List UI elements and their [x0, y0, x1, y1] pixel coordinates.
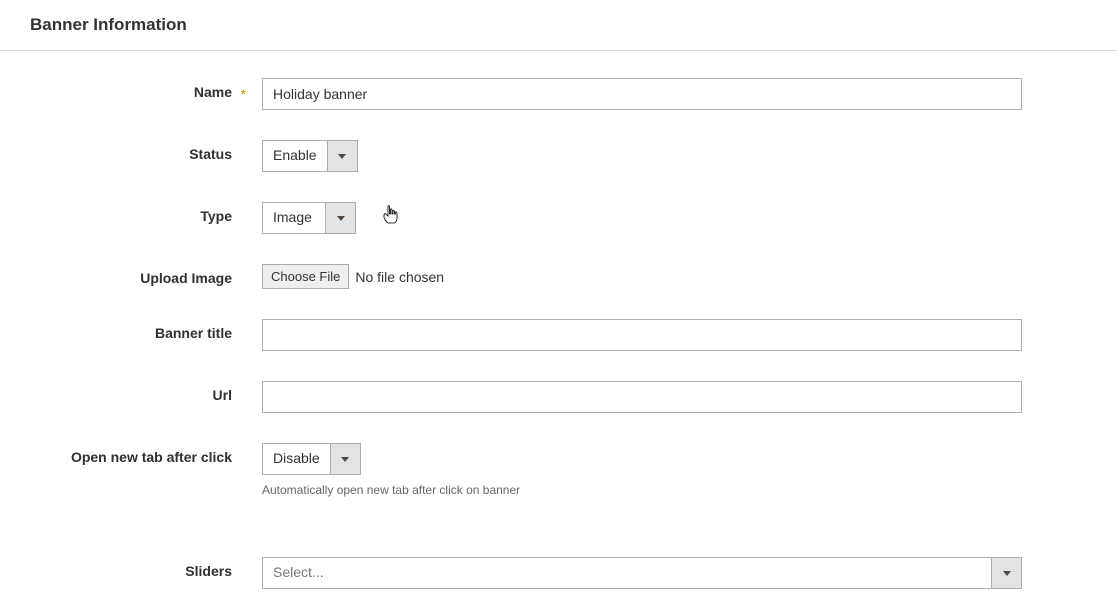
- label-open-new-tab-text: Open new tab after click: [71, 449, 232, 465]
- label-sliders: Sliders: [0, 557, 262, 579]
- section-title: Banner Information: [0, 0, 1117, 51]
- label-url: Url: [0, 381, 262, 403]
- row-url: Url: [0, 366, 1117, 428]
- row-status: Status Enable: [0, 125, 1117, 187]
- label-name-text: Name: [194, 84, 232, 100]
- row-banner-title: Banner title: [0, 304, 1117, 366]
- dropdown-arrow-icon: [991, 558, 1021, 588]
- choose-file-button[interactable]: Choose File: [262, 264, 349, 289]
- row-type: Type Image: [0, 187, 1117, 249]
- sliders-select-placeholder: Select...: [263, 558, 991, 588]
- label-banner-title-text: Banner title: [155, 325, 232, 341]
- status-select-value: Enable: [263, 141, 327, 171]
- label-type: Type: [0, 202, 262, 224]
- url-input[interactable]: [262, 381, 1022, 413]
- row-sliders: Sliders Select...: [0, 542, 1117, 604]
- label-status-text: Status: [189, 146, 232, 162]
- status-select[interactable]: Enable: [262, 140, 358, 172]
- name-input[interactable]: [262, 78, 1022, 110]
- dropdown-arrow-icon: [327, 141, 357, 171]
- label-status: Status: [0, 140, 262, 162]
- label-type-text: Type: [200, 208, 232, 224]
- file-status-text: No file chosen: [355, 269, 444, 285]
- type-select[interactable]: Image: [262, 202, 356, 234]
- label-banner-title: Banner title: [0, 319, 262, 341]
- dropdown-arrow-icon: [325, 203, 355, 233]
- label-name: Name *: [0, 78, 262, 100]
- label-sliders-text: Sliders: [185, 563, 232, 579]
- label-open-new-tab: Open new tab after click: [0, 443, 262, 465]
- row-open-new-tab: Open new tab after click Disable Automat…: [0, 428, 1117, 512]
- open-new-tab-select[interactable]: Disable: [262, 443, 361, 475]
- row-name: Name *: [0, 63, 1117, 125]
- dropdown-arrow-icon: [330, 444, 360, 474]
- label-upload-image-text: Upload Image: [140, 270, 232, 286]
- label-upload-image: Upload Image: [0, 264, 262, 286]
- open-new-tab-select-value: Disable: [263, 444, 330, 474]
- banner-title-input[interactable]: [262, 319, 1022, 351]
- required-asterisk-icon: *: [241, 86, 246, 102]
- open-new-tab-helper: Automatically open new tab after click o…: [262, 483, 1042, 497]
- type-select-value: Image: [263, 203, 325, 233]
- sliders-select[interactable]: Select...: [262, 557, 1022, 589]
- label-url-text: Url: [213, 387, 232, 403]
- row-upload-image: Upload Image Choose File No file chosen: [0, 249, 1117, 304]
